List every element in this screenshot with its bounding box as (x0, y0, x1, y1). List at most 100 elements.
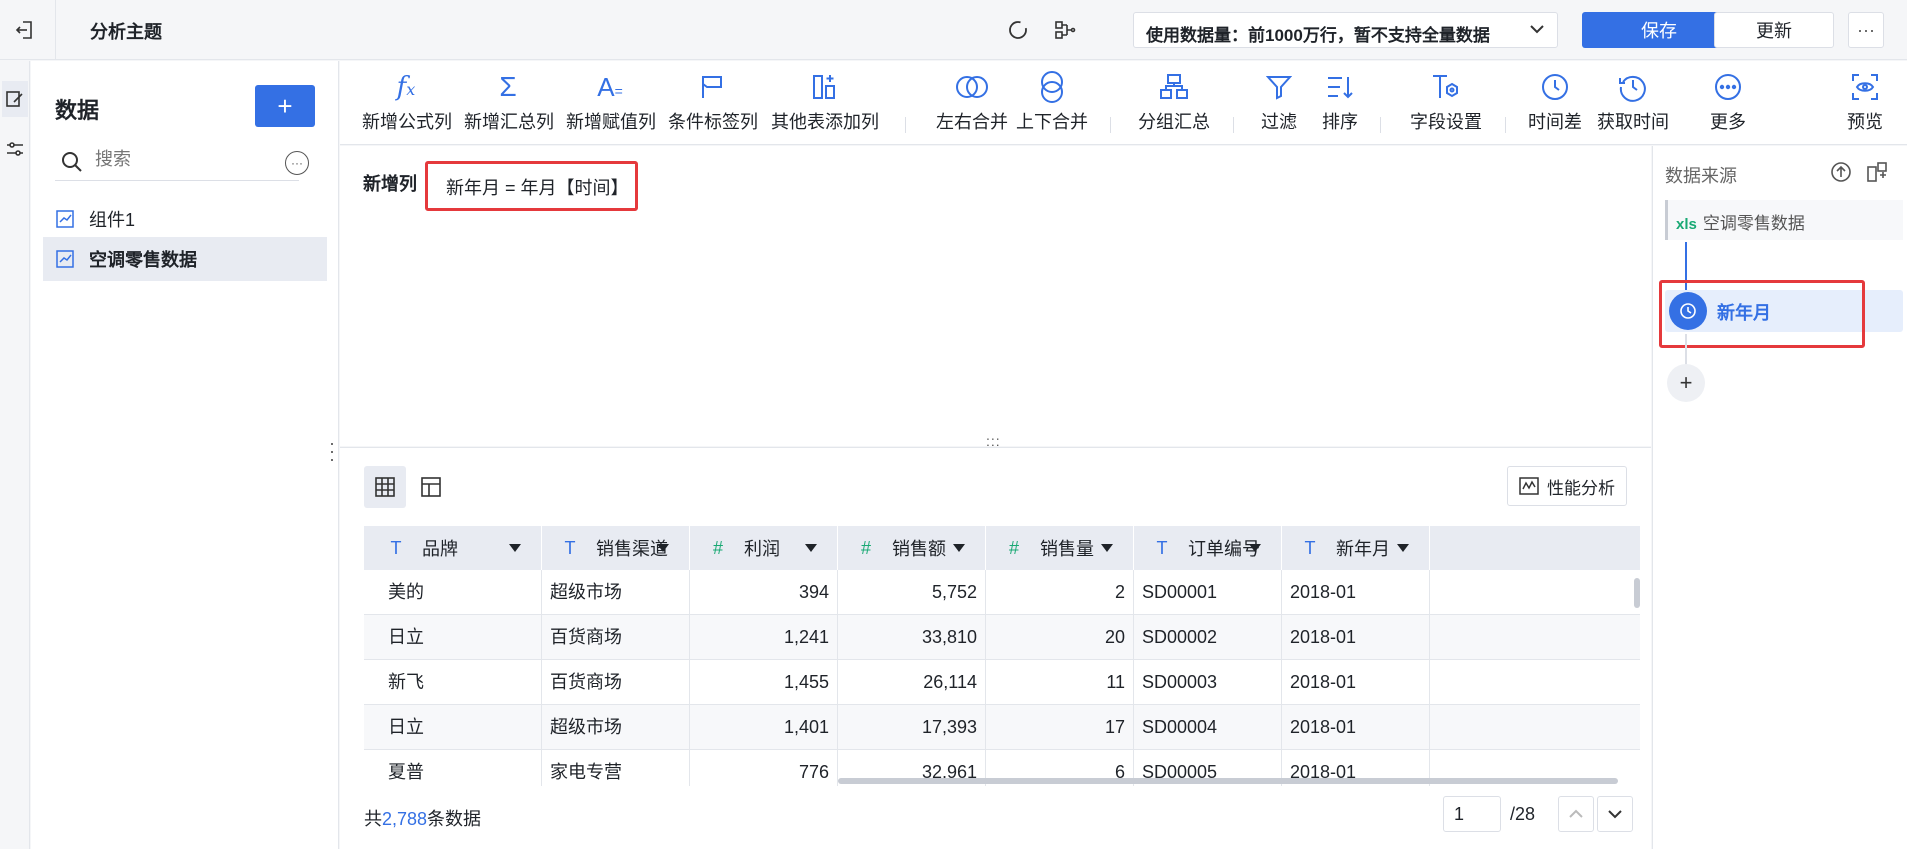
data-preview: 性能分析 T 品牌 T 销售渠道 # 利润 # 销售额 # 销售量 T 订单编号… (340, 447, 1651, 849)
group-summary-button[interactable]: 分组汇总 (1130, 67, 1218, 143)
text-type-icon: T (1304, 537, 1316, 558)
chevron-up-icon[interactable] (1558, 796, 1594, 832)
search-box (55, 143, 299, 181)
text-type-icon: T (1156, 537, 1168, 558)
sidebar-item-label: 空调零售数据 (89, 250, 197, 270)
chevron-down-icon[interactable] (1597, 796, 1633, 832)
panel-title: 数据来源 (1665, 166, 1737, 186)
add-summary-column-button[interactable]: Σ 新增汇总列 (464, 67, 554, 143)
preview-button[interactable]: 预览 (1840, 67, 1890, 143)
chart-icon (55, 209, 75, 229)
layout-view-icon[interactable] (410, 466, 452, 508)
search-input[interactable] (95, 149, 285, 170)
column-header[interactable]: T 品牌 (364, 526, 542, 570)
column-header[interactable]: T 订单编号 (1134, 526, 1282, 570)
settings-sliders-icon[interactable] (2, 131, 28, 167)
column-header[interactable]: # 销售量 (986, 526, 1134, 570)
field-settings-button[interactable]: 字段设置 (1406, 67, 1486, 143)
dropdown-caret-icon[interactable] (657, 544, 669, 552)
condition-label-column-button[interactable]: 条件标签列 (668, 67, 758, 143)
more-options-icon[interactable]: ··· (285, 151, 309, 175)
page-title: 分析主题 (90, 22, 162, 42)
more-icon (1703, 67, 1753, 107)
table-row[interactable]: 美的 超级市场 394 5,752 2 SD00001 2018-01 (364, 570, 1640, 615)
column-header[interactable]: # 销售额 (838, 526, 986, 570)
add-formula-column-button[interactable]: fx 新增公式列 (362, 67, 452, 143)
save-button[interactable]: 保存 (1582, 12, 1736, 48)
formula-editor: 新增列 新年月 = 年月【时间】 ::: (340, 146, 1651, 449)
text-type-icon: T (390, 537, 402, 558)
table-row[interactable]: 日立 百货商场 1,241 33,810 20 SD00002 2018-01 (364, 615, 1640, 660)
text-type-icon: T (564, 537, 576, 558)
chart-icon (55, 249, 75, 269)
column-header[interactable]: T 新年月 (1282, 526, 1430, 570)
lineage-icon[interactable] (1050, 15, 1080, 45)
add-column-icon (770, 67, 880, 107)
data-usage-select[interactable]: 使用数据量：前1000万行，暂不支持全量数据 (1133, 12, 1558, 48)
formula-icon: fx (396, 72, 416, 102)
sidebar-item-component1[interactable]: 组件1 (43, 197, 327, 241)
sort-button[interactable]: 排序 (1315, 67, 1365, 143)
more-menu-button[interactable]: ··· (1848, 12, 1884, 48)
formula-field[interactable]: 新年月 = 年月【时间】 (425, 161, 638, 211)
page-number-input[interactable]: 1 (1443, 796, 1501, 832)
field-settings-icon (1406, 67, 1486, 107)
preview-icon (1840, 67, 1890, 107)
update-button[interactable]: 更新 (1714, 12, 1834, 48)
time-diff-button[interactable]: 时间差 (1520, 67, 1590, 143)
dropdown-caret-icon[interactable] (1101, 544, 1113, 552)
horizontal-scrollbar[interactable] (838, 778, 1618, 784)
page-total: /28 (1510, 804, 1536, 824)
dropdown-caret-icon[interactable] (953, 544, 965, 552)
resize-handle[interactable]: · · · (329, 434, 335, 468)
dropdown-caret-icon[interactable] (1397, 544, 1409, 552)
group-icon (1130, 67, 1218, 107)
divider (1110, 117, 1111, 133)
edit-data-icon[interactable] (2, 81, 28, 117)
merge-left-right-button[interactable]: 左右合并 (928, 67, 1016, 143)
add-assign-column-button[interactable]: A= 新增赋值列 (566, 67, 656, 143)
number-type-icon: # (1008, 537, 1019, 558)
exit-icon[interactable] (10, 15, 40, 45)
sort-icon (1315, 67, 1365, 107)
connector-line (1685, 334, 1687, 366)
chevron-down-icon (1527, 19, 1547, 44)
table-row[interactable]: 新飞 百货商场 1,455 26,114 11 SD00003 2018-01 (364, 660, 1640, 705)
data-source-panel: 数据来源 xls 空调零售数据 新年月 + (1652, 146, 1907, 849)
switch-icon[interactable] (1865, 160, 1889, 184)
grid-view-icon[interactable] (364, 466, 406, 508)
add-column-from-other-table-button[interactable]: 其他表添加列 (770, 67, 880, 143)
source-node[interactable]: xls 空调零售数据 (1665, 200, 1903, 240)
performance-analysis-button[interactable]: 性能分析 (1507, 466, 1627, 506)
vertical-scrollbar[interactable] (1634, 578, 1640, 608)
add-step-button[interactable]: + (1667, 364, 1705, 402)
dropdown-caret-icon[interactable] (805, 544, 817, 552)
row-count: 共2,788条数据 (364, 809, 482, 829)
divider (1233, 117, 1234, 133)
dropdown-caret-icon[interactable] (509, 544, 521, 552)
table-row[interactable]: 日立 超级市场 1,401 17,393 17 SD00004 2018-01 (364, 705, 1640, 750)
sidebar-item-ac-retail[interactable]: 空调零售数据 (43, 237, 327, 281)
table-header: T 品牌 T 销售渠道 # 利润 # 销售额 # 销售量 T 订单编号 T 新年… (364, 526, 1640, 570)
source-name: 空调零售数据 (1702, 214, 1805, 233)
divider (905, 117, 906, 133)
more-tools-button[interactable]: 更多 (1703, 67, 1753, 143)
toolbar: fx 新增公式列 Σ 新增汇总列 A= 新增赋值列 条件标签列 其他表添加列 左… (340, 61, 1907, 145)
refresh-icon[interactable] (1003, 15, 1033, 45)
filter-button[interactable]: 过滤 (1254, 67, 1304, 143)
top-bar: 分析主题 使用数据量：前1000万行，暂不支持全量数据 保存 更新 ··· (0, 0, 1907, 60)
highlight-box (1659, 280, 1865, 348)
add-data-button[interactable]: + (255, 85, 315, 127)
dropdown-caret-icon[interactable] (1249, 544, 1261, 552)
number-type-icon: # (712, 537, 723, 558)
assign-icon: A= (597, 71, 623, 102)
divider (1505, 117, 1506, 133)
number-type-icon: # (860, 537, 871, 558)
get-time-button[interactable]: 获取时间 (1593, 67, 1673, 143)
merge-top-bottom-button[interactable]: 上下合并 (1008, 67, 1096, 143)
time-diff-icon (1520, 67, 1590, 107)
column-header[interactable]: # 利润 (690, 526, 838, 570)
upload-icon[interactable] (1829, 160, 1853, 184)
data-table: T 品牌 T 销售渠道 # 利润 # 销售额 # 销售量 T 订单编号 T 新年… (364, 526, 1640, 786)
column-header[interactable]: T 销售渠道 (542, 526, 690, 570)
